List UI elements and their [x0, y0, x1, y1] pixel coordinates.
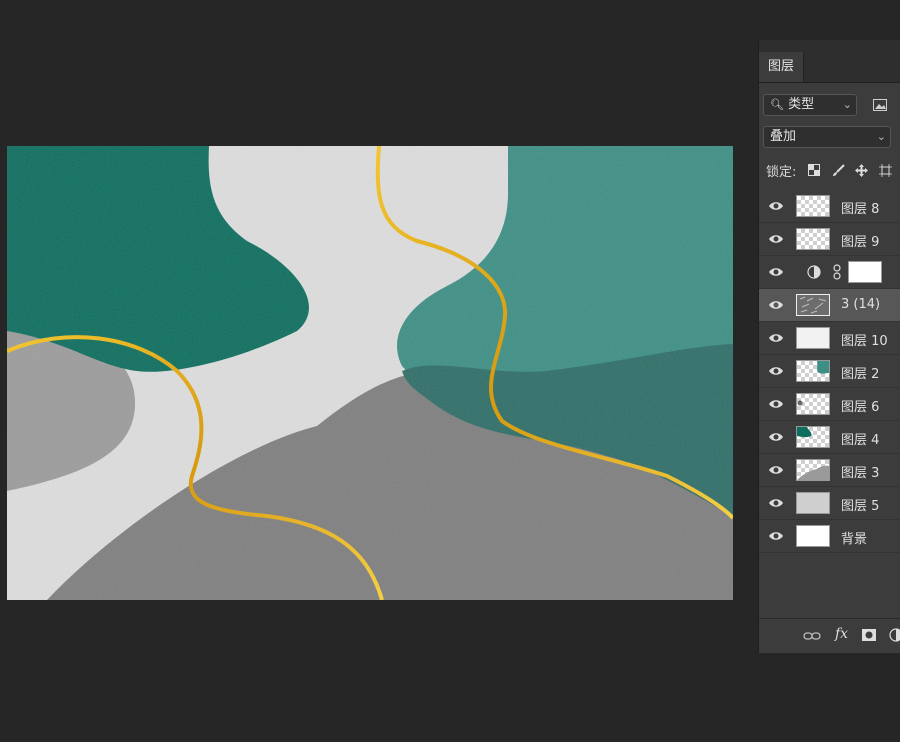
- eye-icon[interactable]: [768, 364, 784, 378]
- layer-name: 图层 6: [841, 400, 880, 415]
- eye-icon[interactable]: [768, 430, 784, 444]
- layers-panel-footer: fx: [759, 618, 900, 653]
- lock-row: 锁定:: [759, 156, 900, 184]
- layer-thumbnail: [796, 228, 830, 250]
- chevron-down-icon: ⌄: [842, 98, 852, 111]
- chevron-down-icon: ⌄: [876, 130, 886, 143]
- eye-icon[interactable]: [768, 298, 784, 312]
- eye-icon[interactable]: [768, 463, 784, 477]
- layer-row[interactable]: 图层 6: [759, 388, 900, 421]
- eye-icon[interactable]: [768, 331, 784, 345]
- layer-name: 图层 5: [841, 499, 880, 514]
- tab-layers[interactable]: 图层: [759, 52, 804, 82]
- link-layers-icon[interactable]: [803, 630, 821, 642]
- layer-name: 图层 8: [841, 202, 880, 217]
- layer-thumbnail: [796, 426, 830, 448]
- eye-icon[interactable]: [768, 397, 784, 411]
- layer-mask-thumbnail: [848, 261, 882, 283]
- filter-selected: 类型: [788, 97, 815, 112]
- blend-mode-dropdown[interactable]: 叠加 ⌄: [763, 126, 891, 148]
- eye-icon[interactable]: [768, 529, 784, 543]
- new-adjustment-icon[interactable]: [889, 628, 900, 642]
- eye-icon[interactable]: [768, 496, 784, 510]
- move-icon[interactable]: [852, 161, 870, 179]
- link-icon[interactable]: [833, 264, 841, 280]
- layer-thumbnail: [796, 327, 830, 349]
- layer-name: 背景: [841, 532, 868, 547]
- fx-icon[interactable]: fx: [835, 626, 848, 642]
- artwork: [7, 146, 733, 600]
- layer-thumbnail: [796, 393, 830, 415]
- eye-icon[interactable]: [768, 199, 784, 213]
- layer-thumbnail: [796, 195, 830, 217]
- layer-name: 图层 4: [841, 433, 880, 448]
- document-canvas[interactable]: [7, 146, 733, 600]
- layer-row[interactable]: 图层 5: [759, 487, 900, 520]
- brush-icon[interactable]: [829, 161, 847, 179]
- layer-row[interactable]: 图层 8: [759, 190, 900, 223]
- layer-row[interactable]: 图层 3: [759, 454, 900, 487]
- adjustment-layer-row[interactable]: [759, 256, 900, 289]
- blend-mode-selected: 叠加: [770, 129, 797, 144]
- layer-name: 图层 3: [841, 466, 880, 481]
- layer-row-background[interactable]: 背景: [759, 520, 900, 553]
- layer-filter-dropdown[interactable]: 🔍︎ 类型 ⌄: [763, 94, 857, 116]
- layer-thumbnail: [796, 360, 830, 382]
- layers-panel: 图层 🔍︎ 类型 ⌄ 叠加 ⌄ 锁定: 图层 8 图层 9 3 (14) 图层 …: [758, 40, 900, 653]
- image-filter-icon[interactable]: [871, 96, 889, 114]
- layer-row[interactable]: 图层 2: [759, 355, 900, 388]
- eye-icon[interactable]: [768, 232, 784, 246]
- layer-name: 图层 9: [841, 235, 880, 250]
- layer-thumbnail: [796, 459, 830, 481]
- add-mask-icon[interactable]: [862, 629, 876, 641]
- layer-name: 图层 10: [841, 334, 888, 349]
- layer-name: 3 (14): [841, 297, 881, 312]
- layer-row[interactable]: 图层 10: [759, 322, 900, 355]
- layer-row[interactable]: 图层 4: [759, 421, 900, 454]
- layer-name: 图层 2: [841, 367, 880, 382]
- layer-thumbnail: [796, 492, 830, 514]
- lock-label: 锁定:: [766, 165, 797, 180]
- lock-transparent-pixels-icon[interactable]: [805, 161, 823, 179]
- search-icon: 🔍︎: [770, 98, 784, 111]
- layer-row[interactable]: 图层 9: [759, 223, 900, 256]
- layer-thumbnail: [796, 294, 830, 316]
- panel-tab-bar: 图层: [759, 40, 900, 83]
- adjustment-icon: [807, 265, 821, 279]
- eye-icon[interactable]: [768, 265, 784, 279]
- artboard-icon[interactable]: [876, 161, 894, 179]
- layer-row-selected[interactable]: 3 (14): [759, 289, 900, 322]
- layer-thumbnail: [796, 525, 830, 547]
